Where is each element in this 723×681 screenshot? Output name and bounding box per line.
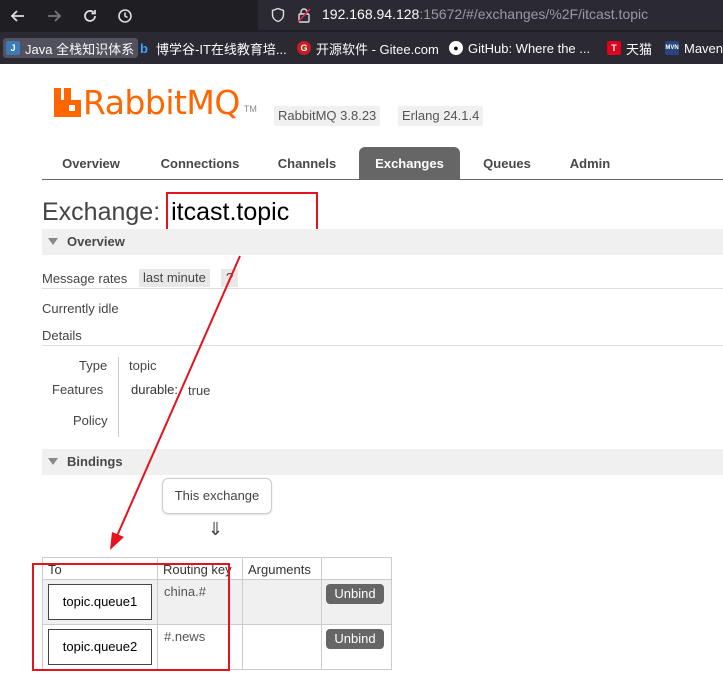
logo-trademark: TM [243,104,257,114]
bookmark-maven[interactable]: MVN Maven [665,38,723,58]
bookmark-github[interactable]: ● GitHub: Where the ... [449,38,590,58]
type-label: Type [79,358,108,373]
github-favicon-icon: ● [449,41,463,55]
back-icon[interactable] [7,5,29,27]
java-favicon-icon: J [6,41,20,55]
column-header-actions [321,557,392,580]
rabbitmq-logo-icon [54,88,81,117]
bookmark-gitee[interactable]: G 开源软件 - Gitee.com [297,38,439,58]
tmall-favicon-icon: T [607,41,621,55]
divider [42,288,723,289]
bindings-section-toggle[interactable]: Bindings [42,449,723,475]
bookmarks-bar: J Java 全栈知识体系 b 博学谷-IT在线教育培... G 开源软件 - … [0,32,723,64]
rabbitmq-version-badge: RabbitMQ 3.8.23 [274,106,381,126]
reload-icon[interactable] [79,5,101,27]
action-cell: Unbind [321,579,392,625]
tab-exchanges[interactable]: Exchanges [359,147,460,179]
gitee-favicon-icon: G [297,41,311,55]
bookmark-tmall[interactable]: T 天猫 [607,38,652,58]
overview-heading: Overview [67,234,125,249]
page-title-prefix: Exchange: [42,198,161,226]
tab-overview[interactable]: Overview [50,147,132,179]
boxuegu-favicon-icon: b [140,40,148,56]
divider [42,345,723,346]
details-label: Details [42,328,82,343]
collapse-triangle-icon [48,238,58,245]
tab-admin[interactable]: Admin [560,147,620,179]
arguments-cell [242,579,322,625]
url-text: 192.168.94.128:15672/#/exchanges/%2F/itc… [322,6,649,22]
maven-favicon-icon: MVN [665,41,679,55]
bookmark-label: GitHub: Where the ... [468,40,591,56]
details-divider [118,357,119,437]
overview-section-toggle[interactable]: Overview [42,229,723,255]
policy-label: Policy [73,413,108,428]
history-icon[interactable] [114,5,136,27]
status-text: Currently idle [42,301,119,316]
action-cell: Unbind [321,624,392,670]
annotation-highlight-queues [32,563,230,671]
main-nav-tabs: Overview Connections Channels Exchanges … [42,147,723,180]
message-rates-range-selector[interactable]: last minute [139,269,210,287]
help-icon[interactable]: ? [221,269,239,287]
tab-connections[interactable]: Connections [150,147,250,179]
shield-icon[interactable] [270,7,286,23]
browser-toolbar: 192.168.94.128:15672/#/exchanges/%2F/itc… [0,0,723,32]
bindings-heading: Bindings [67,454,123,469]
unbind-button[interactable]: Unbind [326,584,384,604]
arguments-cell [242,624,322,670]
logo-text: RabbitMQ [83,83,240,122]
tab-channels[interactable]: Channels [268,147,346,179]
binding-arrow: ⇓ [208,519,224,539]
bookmark-label: Maven [684,40,723,56]
bookmark-label: 博学谷-IT在线教育培... [156,41,287,57]
address-bar[interactable]: 192.168.94.128:15672/#/exchanges/%2F/itc… [258,0,723,30]
this-exchange-box: This exchange [162,478,272,514]
insecure-lock-icon[interactable] [296,7,312,23]
type-value: topic [129,358,157,373]
unbind-button[interactable]: Unbind [326,629,384,649]
tab-queues[interactable]: Queues [472,147,542,179]
bookmark-label: 天猫 [626,41,653,57]
message-rates-label: Message rates [42,271,128,286]
feature-durable-value: true [188,383,211,398]
features-label: Features [52,382,104,397]
bookmark-label: Java 全栈知识体系 [25,41,135,57]
erlang-version-badge: Erlang 24.1.4 [398,106,484,126]
bookmark-label: 开源软件 - Gitee.com [316,41,439,57]
bookmark-java[interactable]: J Java 全栈知识体系 [3,38,139,58]
feature-durable-label: durable: [131,382,178,397]
rabbitmq-logo[interactable]: RabbitMQ TM [54,86,257,120]
bookmark-boxuegu[interactable]: b 博学谷-IT在线教育培... [137,38,287,58]
column-header-arguments: Arguments [242,557,322,580]
collapse-triangle-icon [48,458,58,465]
forward-icon[interactable] [43,5,65,27]
